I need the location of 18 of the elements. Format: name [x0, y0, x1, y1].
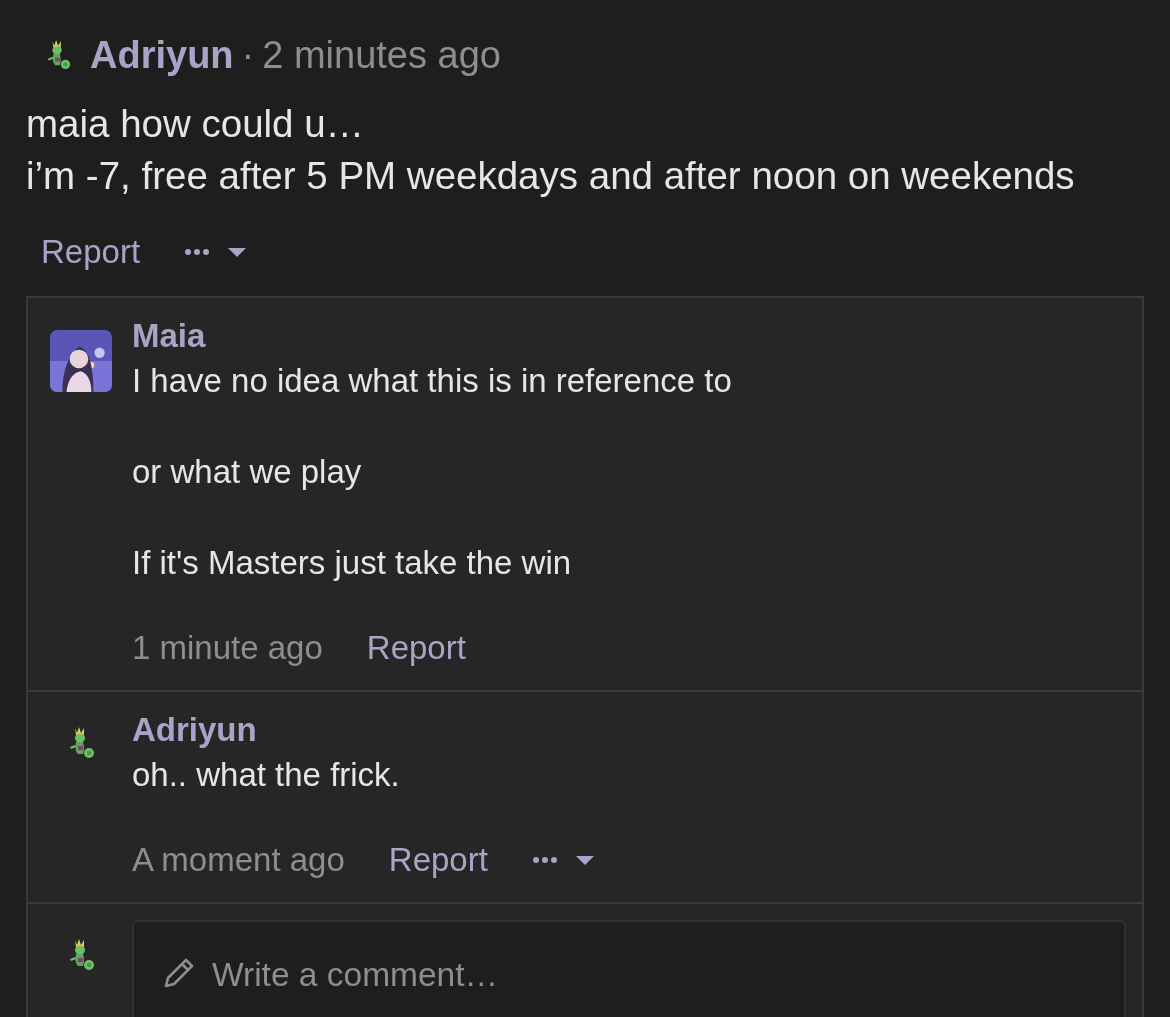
reply-time: 1 minute ago — [132, 629, 323, 667]
report-link[interactable]: Report — [388, 841, 488, 879]
post-text: maia how could u… — [26, 101, 366, 147]
reply-text: I have no idea what this is in reference to — [132, 361, 733, 401]
author-name[interactable]: Adriyun — [132, 708, 1142, 752]
comment-field[interactable]: Write a comment… — [132, 920, 1126, 1017]
reply-time: A moment ago — [132, 841, 345, 879]
reply-text: oh.. what the frick. — [132, 755, 401, 795]
report-link[interactable]: Report — [366, 629, 466, 667]
pencil-icon — [162, 956, 196, 990]
author-name[interactable]: Maia — [132, 314, 1142, 358]
reply-text: If it's Masters just take the win — [132, 543, 573, 583]
post-text: i’m -7, free after 5 PM weekdays and after noon on weekends — [26, 153, 1076, 199]
report-link[interactable]: Report — [41, 233, 141, 271]
author-name[interactable]: Adriyun — [90, 33, 234, 77]
separator-dot: · — [241, 33, 255, 77]
reply-text: or what we play — [132, 452, 363, 492]
post-time: 2 minutes ago — [262, 33, 501, 77]
